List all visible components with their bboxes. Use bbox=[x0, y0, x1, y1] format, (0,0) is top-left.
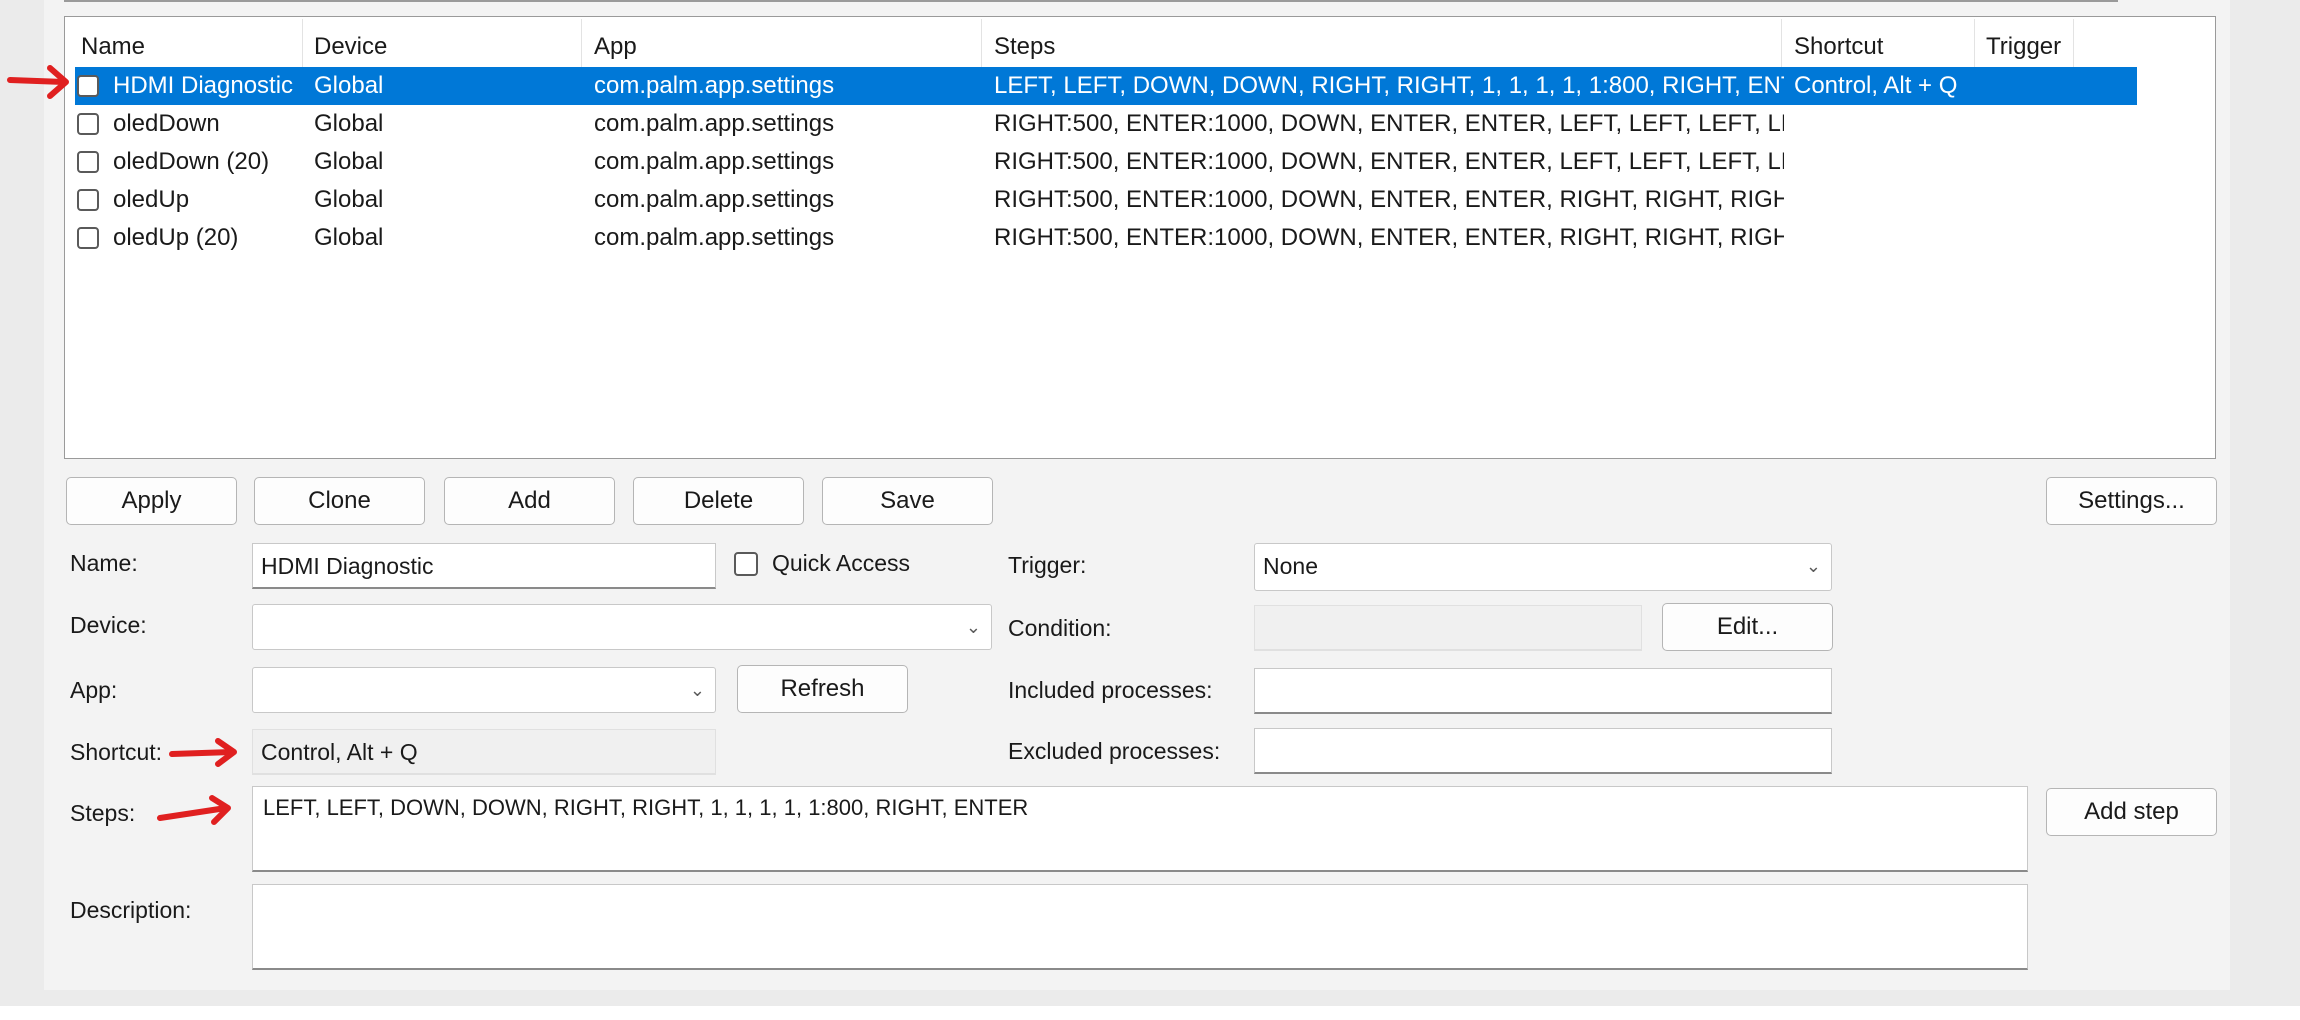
add-step-button[interactable]: Add step bbox=[2046, 788, 2217, 836]
column-divider[interactable] bbox=[981, 19, 982, 67]
row-steps: RIGHT:500, ENTER:1000, DOWN, ENTER, ENTE… bbox=[994, 148, 1784, 175]
top-divider bbox=[64, 0, 2118, 2]
chevron-down-icon: ⌄ bbox=[965, 617, 981, 637]
row-steps: RIGHT:500, ENTER:1000, DOWN, ENTER, ENTE… bbox=[994, 110, 1784, 137]
column-divider[interactable] bbox=[581, 19, 582, 67]
row-device: Global bbox=[314, 186, 384, 213]
excluded-processes-label: Excluded processes: bbox=[1008, 738, 1221, 764]
trigger-select[interactable]: None ⌄ bbox=[1254, 543, 1832, 591]
column-divider[interactable] bbox=[1974, 19, 1975, 67]
description-textarea[interactable] bbox=[252, 884, 2028, 970]
red-arrow-annotation bbox=[157, 795, 231, 825]
included-processes-field[interactable] bbox=[1254, 668, 1832, 714]
settings-button[interactable]: Settings... bbox=[2046, 477, 2217, 525]
clone-button[interactable]: Clone bbox=[254, 477, 425, 525]
row-device: Global bbox=[314, 224, 384, 251]
app-select[interactable]: ⌄ bbox=[252, 667, 716, 713]
row-checkbox[interactable] bbox=[77, 113, 99, 135]
name-field[interactable]: HDMI Diagnostic bbox=[252, 543, 716, 589]
table-row[interactable]: HDMI Diagnostic Global com.palm.app.sett… bbox=[75, 67, 2137, 105]
trigger-label: Trigger: bbox=[1008, 552, 1087, 578]
column-divider[interactable] bbox=[2073, 19, 2074, 67]
window-bottom-edge bbox=[0, 1006, 2300, 1020]
steps-textarea[interactable]: LEFT, LEFT, DOWN, DOWN, RIGHT, RIGHT, 1,… bbox=[252, 786, 2028, 872]
row-trigger bbox=[1986, 67, 2076, 105]
row-checkbox[interactable] bbox=[77, 189, 99, 211]
condition-field[interactable] bbox=[1254, 605, 1642, 651]
row-name: HDMI Diagnostic bbox=[113, 72, 293, 99]
row-name: oledUp bbox=[113, 186, 190, 213]
row-checkbox[interactable] bbox=[77, 75, 99, 97]
column-header-app[interactable]: App bbox=[594, 27, 637, 67]
quick-access-checkbox[interactable] bbox=[734, 552, 758, 576]
column-divider[interactable] bbox=[1781, 19, 1782, 67]
row-device: Global bbox=[314, 110, 384, 137]
shortcut-field[interactable]: Control, Alt + Q bbox=[252, 729, 716, 775]
table-row[interactable]: oledDown Global com.palm.app.settings RI… bbox=[75, 105, 2137, 143]
row-app: com.palm.app.settings bbox=[594, 110, 835, 137]
row-app: com.palm.app.settings bbox=[594, 72, 835, 99]
add-button[interactable]: Add bbox=[444, 477, 615, 525]
row-name: oledDown bbox=[113, 110, 220, 137]
apply-button[interactable]: Apply bbox=[66, 477, 237, 525]
save-button[interactable]: Save bbox=[822, 477, 993, 525]
red-arrow-annotation bbox=[169, 738, 237, 767]
row-name: oledUp (20) bbox=[113, 224, 239, 251]
condition-label: Condition: bbox=[1008, 615, 1112, 641]
included-processes-label: Included processes: bbox=[1008, 677, 1213, 703]
column-header-name[interactable]: Name bbox=[81, 27, 145, 67]
table-row[interactable]: oledUp (20) Global com.palm.app.settings… bbox=[75, 219, 2137, 257]
row-checkbox[interactable] bbox=[77, 151, 99, 173]
table-row[interactable]: oledUp Global com.palm.app.settings RIGH… bbox=[75, 181, 2137, 219]
row-device: Global bbox=[314, 72, 384, 99]
excluded-processes-field[interactable] bbox=[1254, 728, 1832, 774]
chevron-down-icon: ⌄ bbox=[1805, 556, 1821, 576]
row-name: oledDown (20) bbox=[113, 148, 270, 175]
row-steps: RIGHT:500, ENTER:1000, DOWN, ENTER, ENTE… bbox=[994, 186, 1784, 213]
red-arrow-annotation bbox=[7, 65, 69, 99]
chevron-down-icon: ⌄ bbox=[689, 680, 705, 700]
row-shortcut: Control, Alt + Q bbox=[1794, 72, 1958, 99]
row-steps: LEFT, LEFT, DOWN, DOWN, RIGHT, RIGHT, 1,… bbox=[994, 72, 1784, 99]
column-header-shortcut[interactable]: Shortcut bbox=[1794, 27, 1883, 67]
column-header-trigger[interactable]: Trigger bbox=[1986, 27, 2061, 67]
app-label: App: bbox=[70, 677, 118, 703]
column-header-steps[interactable]: Steps bbox=[994, 27, 1055, 67]
steps-label: Steps: bbox=[70, 800, 136, 826]
device-select[interactable]: ⌄ bbox=[252, 604, 992, 650]
row-checkbox[interactable] bbox=[77, 227, 99, 249]
row-app: com.palm.app.settings bbox=[594, 148, 835, 175]
table-row[interactable]: oledDown (20) Global com.palm.app.settin… bbox=[75, 143, 2137, 181]
trigger-value: None bbox=[1263, 553, 1318, 579]
refresh-button[interactable]: Refresh bbox=[737, 665, 908, 713]
column-header-device[interactable]: Device bbox=[314, 27, 387, 67]
row-device: Global bbox=[314, 148, 384, 175]
delete-button[interactable]: Delete bbox=[633, 477, 804, 525]
column-divider[interactable] bbox=[302, 19, 303, 67]
actions-list[interactable]: Name Device App Steps Shortcut Trigger H… bbox=[64, 16, 2216, 459]
row-app: com.palm.app.settings bbox=[594, 186, 835, 213]
name-label: Name: bbox=[70, 550, 138, 576]
row-steps: RIGHT:500, ENTER:1000, DOWN, ENTER, ENTE… bbox=[994, 224, 1784, 251]
description-label: Description: bbox=[70, 897, 192, 923]
shortcut-label: Shortcut: bbox=[70, 739, 163, 765]
device-label: Device: bbox=[70, 612, 147, 638]
quick-access-label[interactable]: Quick Access bbox=[772, 550, 910, 577]
row-app: com.palm.app.settings bbox=[594, 224, 835, 251]
edit-condition-button[interactable]: Edit... bbox=[1662, 603, 1833, 651]
